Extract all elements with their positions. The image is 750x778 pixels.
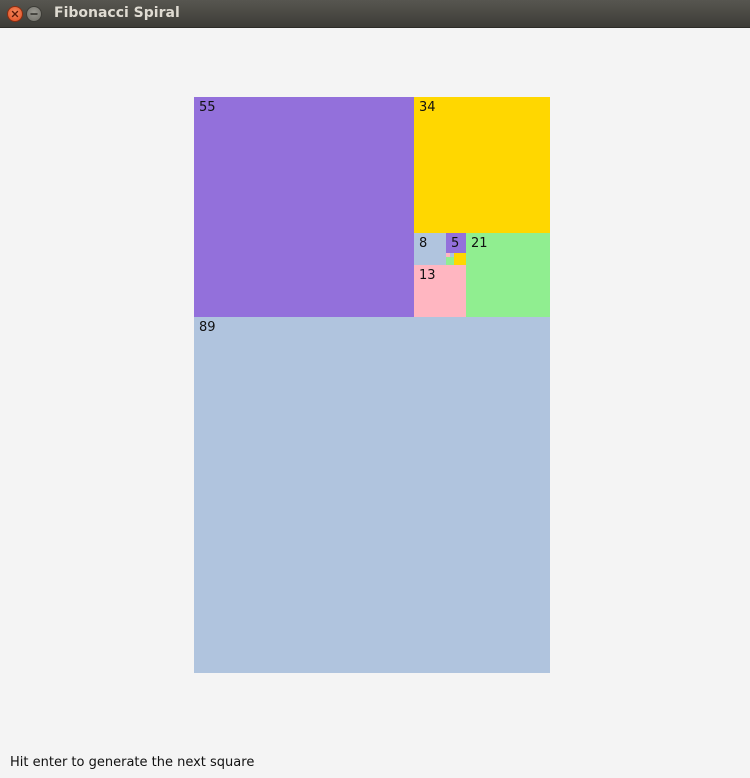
fibonacci-square-34: 34 bbox=[414, 97, 550, 233]
close-icon bbox=[11, 10, 19, 18]
fibonacci-square-3 bbox=[454, 253, 466, 265]
fibonacci-square-13: 13 bbox=[414, 265, 466, 317]
fibonacci-square-2 bbox=[446, 257, 454, 265]
minimize-icon bbox=[30, 13, 38, 15]
fibonacci-square-8: 8 bbox=[414, 233, 446, 265]
square-label-5: 5 bbox=[451, 236, 460, 251]
app-window: Fibonacci Spiral 89 55 34 21 13 8 5 Hit … bbox=[0, 0, 750, 778]
square-label-13: 13 bbox=[419, 268, 436, 283]
square-label-89: 89 bbox=[199, 320, 216, 335]
fibonacci-square-55: 55 bbox=[194, 97, 414, 317]
minimize-button[interactable] bbox=[26, 6, 42, 22]
square-label-21: 21 bbox=[471, 236, 488, 251]
window-title: Fibonacci Spiral bbox=[54, 5, 180, 21]
fibonacci-square-1b bbox=[450, 253, 454, 257]
square-label-55: 55 bbox=[199, 100, 216, 115]
square-label-8: 8 bbox=[419, 236, 428, 251]
status-hint: Hit enter to generate the next square bbox=[10, 755, 255, 770]
fibonacci-square-21: 21 bbox=[466, 233, 550, 317]
fibonacci-square-5: 5 bbox=[446, 233, 466, 253]
square-label-34: 34 bbox=[419, 100, 436, 115]
title-bar: Fibonacci Spiral bbox=[0, 0, 750, 28]
fibonacci-square-89: 89 bbox=[194, 317, 550, 673]
close-button[interactable] bbox=[7, 6, 23, 22]
spiral-canvas: 89 55 34 21 13 8 5 bbox=[0, 28, 750, 778]
